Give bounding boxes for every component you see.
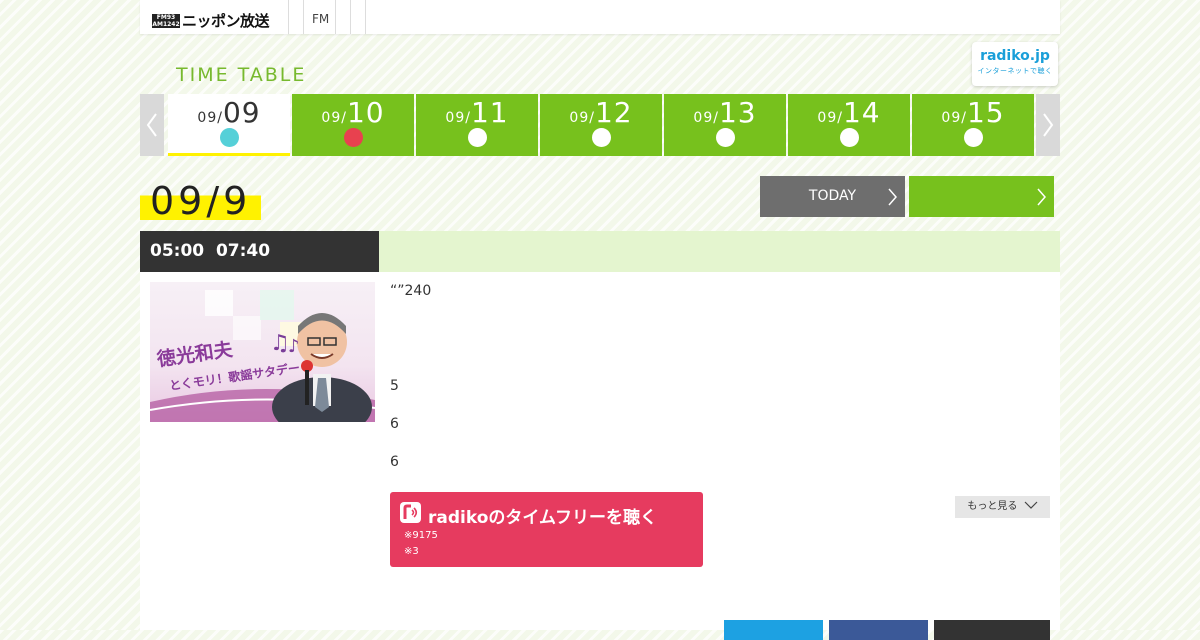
timetable-title: TIME TABLE bbox=[176, 64, 307, 86]
program-description-line: 6 bbox=[390, 416, 399, 432]
date-tab-label: 09/11 bbox=[416, 96, 538, 129]
date-tab-10[interactable]: 09/10 bbox=[292, 94, 414, 156]
next-day-button[interactable] bbox=[909, 176, 1054, 217]
date-tab-label: 09/14 bbox=[788, 96, 910, 129]
logo-text: ニッポン放送 bbox=[182, 12, 270, 30]
date-tab-month: 09/ bbox=[569, 110, 595, 126]
program-description-line: 5 bbox=[390, 378, 399, 394]
date-tab-month: 09/ bbox=[693, 110, 719, 126]
program-description-line: 6 bbox=[390, 454, 399, 470]
nav-divider bbox=[350, 0, 351, 34]
program-thumbnail[interactable]: ♫ ♪ 徳光和夫 とくモリ！歌謡サタデー bbox=[150, 282, 375, 422]
date-tab-label: 09/13 bbox=[664, 96, 786, 129]
radiko-icon bbox=[400, 502, 421, 523]
program-end-time: 07:40 bbox=[215, 241, 271, 261]
program-artwork: ♫ ♪ 徳光和夫 とくモリ！歌謡サタデー bbox=[150, 290, 375, 422]
logo-mark-am: AM1242 bbox=[152, 20, 180, 28]
nav-divider bbox=[303, 0, 304, 34]
date-tab-day: 09 bbox=[222, 96, 261, 129]
logo-mark-fm: FM93 bbox=[156, 13, 176, 21]
date-status-dot bbox=[716, 128, 735, 147]
date-tab-day: 13 bbox=[718, 96, 757, 129]
chevron-left-icon bbox=[146, 113, 157, 137]
date-tab-month: 09/ bbox=[197, 110, 223, 126]
chevron-down-icon bbox=[1024, 501, 1038, 509]
date-tab-09[interactable]: 09/09 bbox=[168, 94, 290, 156]
date-tab-label: 09/09 bbox=[168, 96, 290, 129]
chevron-right-icon bbox=[888, 188, 897, 206]
station-logo[interactable]: FM93 AM1242 ニッポン放送 bbox=[152, 10, 270, 31]
date-tab-label: 09/10 bbox=[292, 96, 414, 129]
date-selector: 09/09 09/10 09/11 09/12 09/13 09/14 09/15 bbox=[140, 94, 1060, 156]
chevron-right-icon bbox=[1037, 188, 1046, 206]
date-tab-13[interactable]: 09/13 bbox=[664, 94, 786, 156]
date-status-dot bbox=[220, 128, 239, 147]
today-button[interactable]: TODAY bbox=[760, 176, 905, 217]
nav-divider bbox=[335, 0, 336, 34]
timefree-note: ※3 bbox=[404, 546, 419, 557]
next-week-button[interactable] bbox=[1036, 94, 1060, 156]
chevron-right-icon bbox=[1043, 113, 1054, 137]
date-status-dot bbox=[964, 128, 983, 147]
today-button-label: TODAY bbox=[808, 188, 857, 204]
date-tab-day: 11 bbox=[470, 96, 509, 129]
nav-item-fm[interactable]: FM bbox=[312, 12, 329, 26]
date-tab-label: 09/15 bbox=[912, 96, 1034, 129]
date-tab-day: 12 bbox=[594, 96, 633, 129]
facebook-share-button[interactable] bbox=[829, 620, 928, 640]
date-status-dot bbox=[468, 128, 487, 147]
date-tab-12[interactable]: 09/12 bbox=[540, 94, 662, 156]
nav-divider bbox=[365, 0, 366, 34]
program-time: 05:00 07:40 bbox=[140, 231, 379, 272]
twitter-share-button[interactable] bbox=[724, 620, 823, 640]
nav-divider bbox=[288, 0, 289, 34]
radiko-timefree-button[interactable]: radikoのタイムフリーを聴く ※9175 ※3 bbox=[390, 492, 703, 567]
program-card: ♫ ♪ 徳光和夫 とくモリ！歌謡サタデー “”240 5 6 6 radikoの… bbox=[140, 272, 1060, 640]
date-tab-15[interactable]: 09/15 bbox=[912, 94, 1034, 156]
program-description-line: “”240 bbox=[390, 283, 432, 299]
selected-date-heading: 09/9 bbox=[140, 182, 262, 220]
date-tab-day: 15 bbox=[966, 96, 1005, 129]
logo-mark: FM93 AM1242 bbox=[152, 13, 180, 28]
show-more-label: もっと見る bbox=[967, 501, 1018, 512]
date-status-dot bbox=[592, 128, 611, 147]
date-tab-month: 09/ bbox=[817, 110, 843, 126]
date-tab-day: 14 bbox=[842, 96, 881, 129]
svg-text:♫: ♫ bbox=[270, 331, 290, 356]
timefree-note: ※9175 bbox=[404, 530, 438, 541]
prev-week-button[interactable] bbox=[140, 94, 164, 156]
date-status-dot bbox=[840, 128, 859, 147]
line-share-button[interactable] bbox=[934, 620, 1050, 640]
radiko-badge-tagline: インターネットで聴く bbox=[977, 67, 1053, 75]
site-header: FM93 AM1242 ニッポン放送 FM bbox=[140, 0, 1060, 34]
show-more-button[interactable]: もっと見る bbox=[955, 496, 1050, 518]
date-tab-month: 09/ bbox=[321, 110, 347, 126]
program-header: 05:00 07:40 bbox=[140, 231, 1060, 272]
date-tab-day: 10 bbox=[346, 96, 385, 129]
timefree-label: radikoのタイムフリーを聴く bbox=[428, 508, 658, 528]
date-tab-14[interactable]: 09/14 bbox=[788, 94, 910, 156]
svg-text:♪: ♪ bbox=[288, 336, 300, 357]
date-tab-month: 09/ bbox=[445, 110, 471, 126]
date-tab-label: 09/12 bbox=[540, 96, 662, 129]
radiko-badge-link[interactable]: radiko.jp インターネットで聴く bbox=[972, 42, 1058, 86]
date-tab-11[interactable]: 09/11 bbox=[416, 94, 538, 156]
program-start-time: 05:00 bbox=[150, 241, 205, 261]
radiko-badge-name: radiko.jp bbox=[980, 48, 1050, 64]
thumbnail-name: 徳光和夫 bbox=[155, 337, 235, 371]
date-tab-month: 09/ bbox=[941, 110, 967, 126]
date-status-dot bbox=[344, 128, 363, 147]
